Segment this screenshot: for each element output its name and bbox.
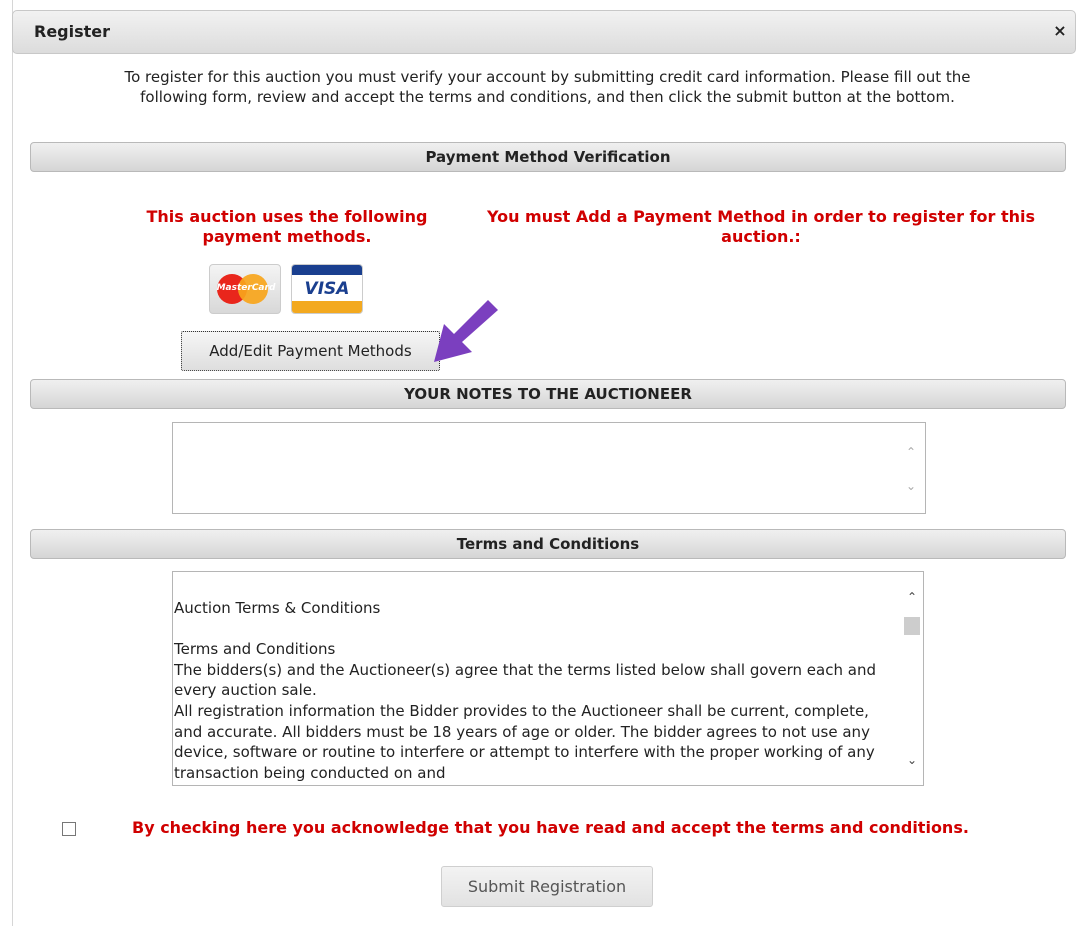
add-payment-method-note: You must Add a Payment Method in order t… bbox=[486, 207, 1036, 246]
payment-methods-note: This auction uses the following payment … bbox=[146, 207, 428, 246]
mastercard-label: MasterCard bbox=[216, 283, 276, 293]
accept-terms-checkbox[interactable] bbox=[62, 822, 76, 836]
add-edit-payment-methods-button[interactable]: Add/Edit Payment Methods bbox=[181, 331, 440, 371]
terms-line: Terms and Conditions bbox=[174, 640, 336, 659]
visa-label: VISA bbox=[304, 279, 350, 299]
terms-line: Auction Terms & Conditions bbox=[174, 599, 381, 617]
terms-content: Auction Terms & Conditions Terms and Con… bbox=[174, 598, 900, 783]
payment-verification-header: Payment Method Verification bbox=[30, 142, 1066, 172]
terms-line: All registration information the Bidder … bbox=[174, 701, 875, 782]
notes-header: YOUR NOTES TO THE AUCTIONEER bbox=[30, 379, 1066, 409]
register-dialog: Register × To register for this auction … bbox=[0, 0, 1076, 926]
terms-scroll-up-icon[interactable]: ⌃ bbox=[904, 590, 920, 604]
visa-icon: VISA bbox=[291, 264, 363, 314]
notes-scroll-down-icon[interactable]: ⌄ bbox=[903, 479, 919, 493]
mastercard-icon: MasterCard bbox=[209, 264, 281, 314]
terms-textarea[interactable]: Auction Terms & Conditions Terms and Con… bbox=[172, 571, 924, 786]
terms-scroll-thumb[interactable] bbox=[904, 617, 920, 635]
terms-scroll-down-icon[interactable]: ⌄ bbox=[904, 753, 920, 767]
terms-line-gap bbox=[174, 619, 900, 640]
submit-registration-button[interactable]: Submit Registration bbox=[441, 866, 653, 907]
intro-text: To register for this auction you must ve… bbox=[124, 68, 971, 106]
terms-header: Terms and Conditions bbox=[30, 529, 1066, 559]
background-edge bbox=[0, 0, 13, 926]
accept-terms-label[interactable]: By checking here you acknowledge that yo… bbox=[132, 818, 969, 837]
notes-textarea[interactable]: ⌃ ⌄ bbox=[172, 422, 926, 514]
visa-top-band bbox=[292, 265, 362, 275]
terms-line: The bidders(s) and the Auctioneer(s) agr… bbox=[174, 660, 876, 700]
visa-bottom-band bbox=[292, 301, 362, 313]
terms-scrollbar[interactable]: ⌃ ⌄ bbox=[901, 572, 923, 785]
pointer-arrow-icon bbox=[434, 300, 498, 362]
dialog-title: Register bbox=[34, 22, 111, 41]
notes-scroll-up-icon[interactable]: ⌃ bbox=[903, 445, 919, 459]
dialog-titlebar[interactable]: Register × bbox=[12, 10, 1076, 54]
close-icon[interactable]: × bbox=[1051, 21, 1069, 41]
